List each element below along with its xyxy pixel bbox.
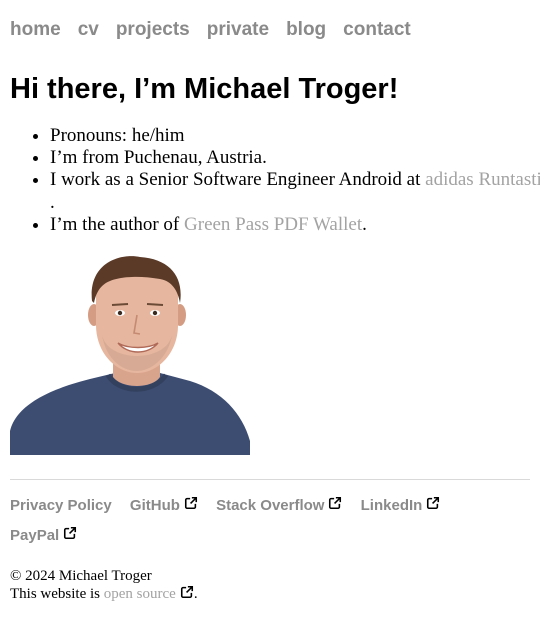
copyright-text: © 2024 Michael Troger	[10, 568, 152, 584]
linkedin-link[interactable]: LinkedIn	[360, 496, 441, 514]
author-text: I’m the author of	[50, 214, 185, 235]
pronouns-text: Pronouns: he/him	[50, 125, 185, 146]
footer-divider	[10, 479, 530, 480]
facts-list: Pronouns: he/him I’m from Puchenau, Aust…	[10, 125, 540, 236]
privacy-policy-label: Privacy Policy	[10, 497, 112, 514]
open-source-link[interactable]: open source	[103, 585, 194, 604]
from-text: I’m from Puchenau, Austria.	[50, 147, 267, 168]
list-item-work: I work as a Senior Software Engineer And…	[50, 169, 540, 214]
footer-copyright: © 2024 Michael Troger This website is op…	[10, 567, 198, 604]
nav-projects[interactable]: projects	[116, 19, 190, 41]
nav-blog[interactable]: blog	[286, 19, 326, 41]
open-source-link-label: open source	[103, 586, 176, 602]
stack-overflow-label: Stack Overflow	[216, 497, 325, 514]
external-link-icon	[426, 491, 440, 521]
nav-contact[interactable]: contact	[343, 19, 411, 41]
top-nav: home cv projects private blog contact	[10, 19, 428, 41]
work-suffix: .	[50, 192, 55, 213]
profile-photo	[10, 255, 250, 455]
paypal-link[interactable]: PayPal	[10, 526, 77, 544]
external-link-icon	[63, 521, 77, 551]
work-text: I work as a Senior Software Engineer And…	[50, 169, 426, 190]
github-link[interactable]: GitHub	[129, 496, 198, 514]
author-suffix: .	[362, 214, 367, 235]
nav-private[interactable]: private	[207, 19, 269, 41]
paypal-label: PayPal	[10, 527, 60, 544]
employer-link[interactable]: adidas Runtastic	[425, 169, 540, 190]
linkedin-label: LinkedIn	[360, 497, 423, 514]
project-link[interactable]: Green Pass PDF Wallet	[184, 214, 362, 235]
external-link-icon	[180, 585, 194, 604]
privacy-policy-link[interactable]: Privacy Policy	[10, 497, 112, 514]
stack-overflow-link[interactable]: Stack Overflow	[216, 496, 342, 514]
page-title: Hi there, I’m Michael Troger!	[10, 73, 399, 105]
open-source-suffix: .	[193, 586, 198, 602]
open-source-prefix: This website is	[10, 586, 104, 602]
list-item-from: I’m from Puchenau, Austria.	[50, 147, 540, 169]
nav-home[interactable]: home	[10, 19, 61, 41]
footer-links: Privacy Policy GitHub Stack Overflow Lin…	[10, 491, 530, 551]
employer-link-label: adidas Runtastic	[425, 169, 540, 190]
external-link-icon	[328, 491, 342, 521]
github-label: GitHub	[129, 497, 180, 514]
nav-cv[interactable]: cv	[78, 19, 99, 41]
list-item-author: I’m the author of Green Pass PDF Wallet.	[50, 214, 540, 236]
external-link-icon	[184, 491, 198, 521]
open-source-line: This website is open source.	[10, 585, 198, 604]
list-item-pronouns: Pronouns: he/him	[50, 125, 540, 147]
